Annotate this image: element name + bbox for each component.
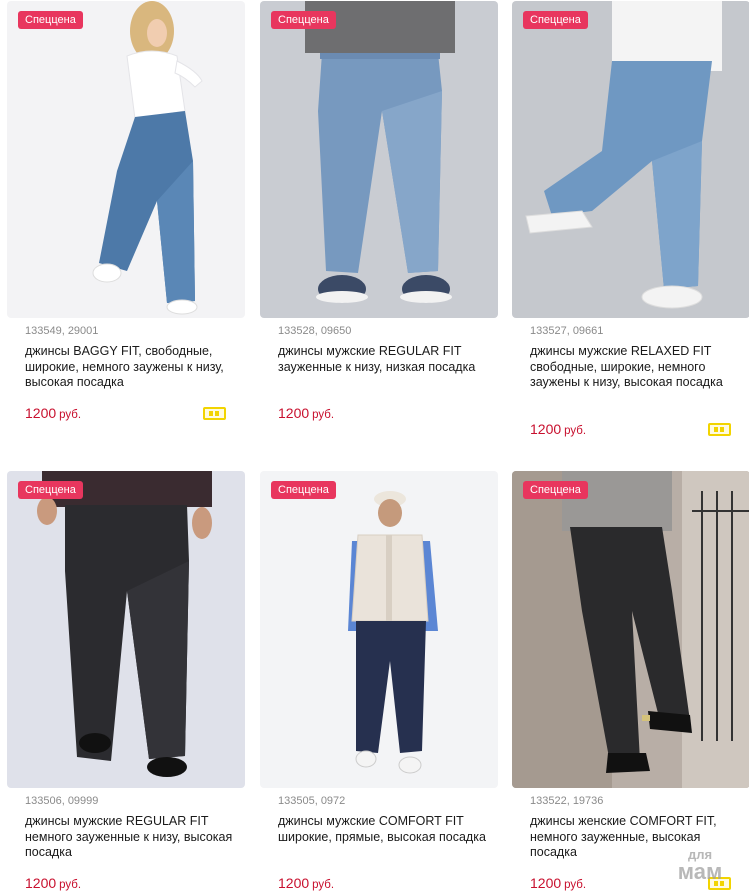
product-title[interactable]: джинсы мужские RELAXED FIT свободные, ши…: [530, 344, 744, 391]
product-photo[interactable]: [512, 471, 749, 788]
man-black-jeans-photo: [7, 471, 245, 788]
price-value: 1200: [25, 875, 57, 891]
product-photo[interactable]: [512, 1, 749, 318]
promo-badge: Спеццена: [523, 481, 588, 499]
promo-badge: Спеццена: [523, 11, 588, 29]
product-title[interactable]: джинсы BAGGY FIT, свободные, широкие, не…: [25, 344, 239, 391]
product-sku: 133505, 0972: [278, 795, 346, 807]
product-title[interactable]: джинсы женские COMFORT FIT, немного зауж…: [530, 814, 744, 861]
product-price: 1200 руб.: [278, 875, 334, 891]
product-title[interactable]: джинсы мужские REGULAR FIT зауженные к н…: [278, 344, 492, 375]
price-value: 1200: [278, 875, 310, 891]
price-currency: руб.: [312, 409, 335, 421]
price-currency: руб.: [564, 879, 587, 891]
promo-badge: Спеццена: [18, 11, 83, 29]
product-card[interactable]: Спеццена 133506, 09999 джинсы мужские RE…: [7, 471, 245, 893]
man-jeans-photo: [512, 1, 749, 318]
product-photo[interactable]: [7, 471, 245, 788]
promo-badge: Спеццена: [271, 11, 336, 29]
price-currency: руб.: [312, 879, 335, 891]
product-photo[interactable]: [7, 1, 245, 318]
product-grid: Спеццена 133549, 29001 джинсы BAGGY FIT,…: [0, 0, 749, 893]
product-title[interactable]: джинсы мужские REGULAR FIT немного зауже…: [25, 814, 239, 861]
price-currency: руб.: [59, 409, 82, 421]
man-vest-photo: [260, 471, 498, 788]
woman-jeans-photo: [7, 1, 245, 318]
product-title[interactable]: джинсы мужские COMFORT FIT широкие, прям…: [278, 814, 492, 845]
price-value: 1200: [530, 875, 562, 891]
product-card[interactable]: Спеццена 133527, 09661 джинсы мужские RE…: [512, 1, 749, 441]
product-card[interactable]: Спеццена 133549, 29001 джинсы BAGGY FIT,…: [7, 1, 245, 441]
product-card[interactable]: Спеццена 133522, 19736 джинсы женские CO…: [512, 471, 749, 893]
product-price: 1200 руб.: [25, 405, 81, 421]
price-currency: руб.: [59, 879, 82, 891]
product-price: 1200 руб.: [530, 421, 586, 437]
woman-black-jeans-photo: [512, 471, 749, 788]
promo-badge: Спеццена: [271, 481, 336, 499]
product-price: 1200 руб.: [278, 405, 334, 421]
product-sku: 133522, 19736: [530, 795, 604, 807]
product-photo[interactable]: [260, 471, 498, 788]
man-jeans-photo: [260, 1, 498, 318]
price-currency: руб.: [564, 425, 587, 437]
stock-icon: [708, 423, 731, 436]
product-sku: 133528, 09650: [278, 325, 352, 337]
price-value: 1200: [278, 405, 310, 421]
product-card[interactable]: Спеццена 133505, 0972 джинсы мужские COM…: [260, 471, 498, 893]
price-value: 1200: [530, 421, 562, 437]
product-sku: 133506, 09999: [25, 795, 99, 807]
product-sku: 133549, 29001: [25, 325, 99, 337]
product-price: 1200 руб.: [530, 875, 586, 891]
stock-icon: [203, 407, 226, 420]
product-card[interactable]: Спеццена 133528, 09650 джинсы мужские RE…: [260, 1, 498, 441]
stock-icon: [708, 877, 731, 890]
product-photo[interactable]: [260, 1, 498, 318]
product-price: 1200 руб.: [25, 875, 81, 891]
price-value: 1200: [25, 405, 57, 421]
product-sku: 133527, 09661: [530, 325, 604, 337]
promo-badge: Спеццена: [18, 481, 83, 499]
